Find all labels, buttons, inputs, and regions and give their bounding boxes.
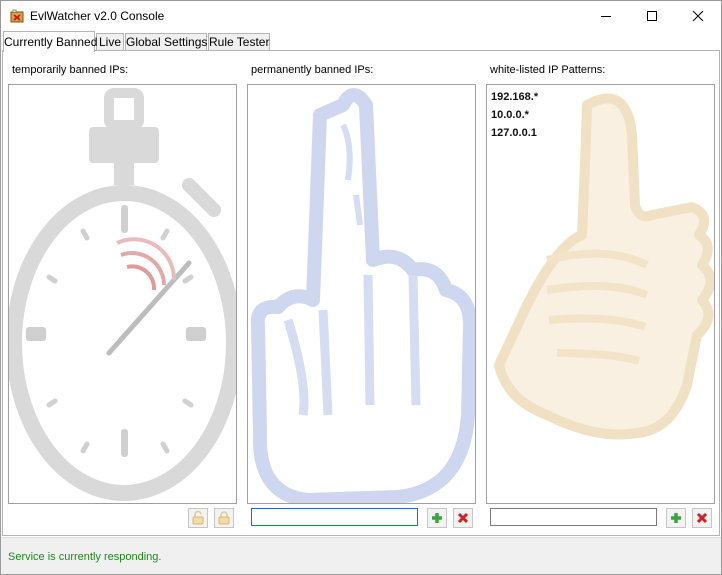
delete-whitelist-button[interactable] — [692, 508, 712, 528]
maximize-button[interactable] — [629, 1, 675, 31]
unlock-icon — [192, 511, 204, 525]
add-permanent-button[interactable] — [427, 508, 447, 528]
lock-button[interactable] — [214, 508, 234, 528]
permanent-ip-input[interactable] — [251, 508, 418, 526]
add-icon — [432, 513, 442, 523]
permanent-caption: permanently banned IPs: — [251, 64, 374, 76]
tab-currently-banned[interactable]: Currently Banned — [3, 31, 97, 52]
window-title: EvlWatcher v2.0 Console — [30, 9, 165, 23]
status-bar: Service is currently responding. — [1, 537, 721, 574]
add-icon — [671, 513, 681, 523]
temporary-banned-list[interactable] — [8, 84, 237, 504]
close-icon — [692, 10, 704, 22]
close-button[interactable] — [675, 1, 721, 31]
thumbs-up-watermark — [494, 93, 714, 440]
main-window: EvlWatcher v2.0 Console Currently Banned… — [0, 0, 722, 575]
delete-icon — [696, 512, 708, 524]
permanent-banned-list[interactable] — [247, 84, 476, 504]
tab-strip: Currently Banned Live Global Settings Ru… — [1, 31, 721, 52]
minimize-icon — [601, 16, 611, 17]
status-text: Service is currently responding. — [8, 551, 162, 563]
list-item[interactable]: 10.0.0.* — [491, 106, 538, 124]
stopwatch-watermark — [9, 88, 236, 501]
whitelist-input[interactable] — [490, 508, 657, 526]
minimize-button[interactable] — [583, 1, 629, 31]
list-item[interactable]: 127.0.0.1 — [491, 124, 538, 142]
maximize-icon — [647, 11, 657, 21]
tab-rule-tester[interactable]: Rule Tester — [208, 33, 270, 50]
tab-live[interactable]: Live — [96, 33, 124, 50]
title-bar[interactable]: EvlWatcher v2.0 Console — [1, 1, 721, 31]
whitelist-list[interactable]: 192.168.* 10.0.0.* 127.0.0.1 — [486, 84, 715, 504]
finger-watermark — [250, 88, 475, 503]
unlock-button[interactable] — [188, 508, 208, 528]
lock-icon — [218, 511, 230, 525]
delete-permanent-button[interactable] — [453, 508, 473, 528]
temporary-caption: temporarily banned IPs: — [12, 64, 129, 76]
whitelist-items: 192.168.* 10.0.0.* 127.0.0.1 — [491, 88, 538, 142]
whitelist-caption: white-listed IP Patterns: — [490, 64, 606, 76]
add-whitelist-button[interactable] — [666, 508, 686, 528]
tab-global-settings[interactable]: Global Settings — [125, 33, 207, 50]
delete-icon — [457, 512, 469, 524]
app-icon — [10, 9, 24, 23]
list-item[interactable]: 192.168.* — [491, 88, 538, 106]
